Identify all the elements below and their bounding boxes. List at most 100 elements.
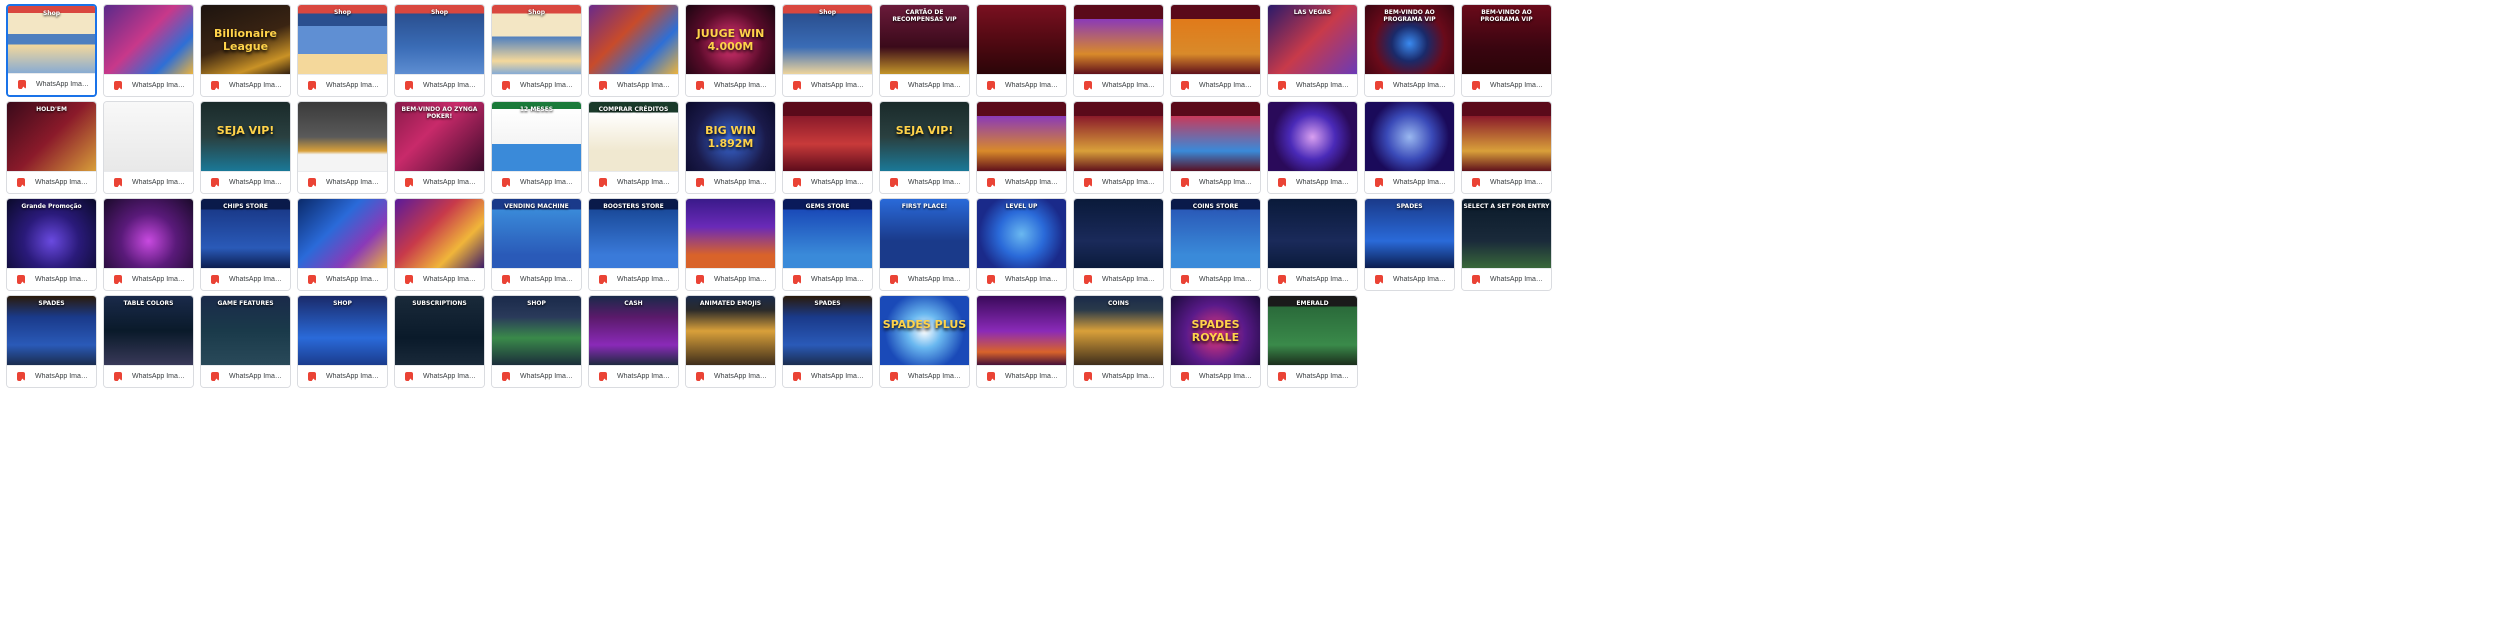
image-file-card[interactable]: WhatsApp Image 2021-... [685, 198, 776, 291]
image-file-icon [793, 178, 801, 187]
image-file-card[interactable]: WhatsApp Image 2021-... [976, 295, 1067, 388]
image-thumbnail: SPADES PLUS [880, 296, 969, 366]
image-thumbnail: SPADES [1365, 199, 1454, 269]
image-file-card[interactable]: CASH WhatsApp Image 2021-... [588, 295, 679, 388]
image-file-icon [1472, 275, 1480, 284]
image-file-card[interactable]: WhatsApp Image 2021-... [976, 4, 1067, 97]
image-file-card[interactable]: EMERALD WhatsApp Image 2021-... [1267, 295, 1358, 388]
image-file-card[interactable]: SPADES WhatsApp Image 2021-... [1364, 198, 1455, 291]
file-caption: WhatsApp Image 2021-... [880, 171, 969, 193]
image-thumbnail [1074, 199, 1163, 269]
image-file-card[interactable]: WhatsApp Image 2021-... [297, 198, 388, 291]
thumbnail-title: LAS VEGAS [1293, 9, 1332, 16]
image-file-card[interactable]: SHOP WhatsApp Image 2021-... [491, 295, 582, 388]
image-thumbnail: BIG WIN 1.892M [686, 102, 775, 172]
image-thumbnail: COMPRAR CRÉDITOS [589, 102, 678, 172]
image-file-icon [1084, 372, 1092, 381]
file-name: WhatsApp Image 2021-... [811, 82, 866, 89]
image-file-card[interactable]: WhatsApp Image 2021-... [394, 198, 485, 291]
image-file-card[interactable]: 12 MESES WhatsApp Image 2021-... [491, 101, 582, 194]
image-file-card[interactable]: VENDING MACHINE WhatsApp Image 2021-... [491, 198, 582, 291]
image-file-card[interactable]: JUUGE WIN 4.000M WhatsApp Image 2021-... [685, 4, 776, 97]
image-file-card[interactable]: WhatsApp Image 2021-... [1267, 198, 1358, 291]
image-file-card[interactable]: Billionaire League WhatsApp Image 2021-..… [200, 4, 291, 97]
file-caption: WhatsApp Image 2021-... [1268, 365, 1357, 387]
image-file-card[interactable]: BEM-VINDO AO PROGRAMA VIP WhatsApp Image … [1461, 4, 1552, 97]
image-file-card[interactable]: WhatsApp Image 2021-... [976, 101, 1067, 194]
image-file-icon [1181, 178, 1189, 187]
file-name: WhatsApp Image 2021-... [1102, 373, 1157, 380]
image-file-card[interactable]: GAME FEATURES WhatsApp Image 2021-... [200, 295, 291, 388]
image-file-card[interactable]: WhatsApp Image 2021-... [782, 101, 873, 194]
image-file-card[interactable]: SELECT A SET FOR ENTRY WhatsApp Image 202… [1461, 198, 1552, 291]
image-file-card[interactable]: BEM-VINDO AO PROGRAMA VIP WhatsApp Image … [1364, 4, 1455, 97]
thumbnail-title: SEJA VIP! [216, 124, 275, 137]
image-file-icon [114, 178, 122, 187]
image-file-card[interactable]: HOLD'EM WhatsApp Image 2021-... [6, 101, 97, 194]
image-file-card[interactable]: SEJA VIP! WhatsApp Image 2021-... [200, 101, 291, 194]
image-file-icon [1084, 275, 1092, 284]
image-file-card[interactable]: COINS STORE WhatsApp Image 2021-... [1170, 198, 1261, 291]
image-file-card[interactable]: Grande Promoção WhatsApp Image 2021-... [6, 198, 97, 291]
image-file-card[interactable]: WhatsApp Image 2021-... [103, 198, 194, 291]
image-file-card[interactable]: COINS WhatsApp Image 2021-... [1073, 295, 1164, 388]
file-name: WhatsApp Image 2021-... [1393, 179, 1448, 186]
image-file-card[interactable]: BIG WIN 1.892M WhatsApp Image 2021-... [685, 101, 776, 194]
image-file-card[interactable]: WhatsApp Image 2021-... [1170, 4, 1261, 97]
image-file-icon [17, 372, 25, 381]
image-file-icon [599, 372, 607, 381]
image-file-card[interactable]: WhatsApp Image 2021-... [103, 101, 194, 194]
image-file-card[interactable]: WhatsApp Image 2021-... [1461, 101, 1552, 194]
file-name: WhatsApp Image 2021-... [1296, 179, 1351, 186]
image-file-card[interactable]: SHOP WhatsApp Image 2021-... [297, 295, 388, 388]
image-file-card[interactable]: SPADES WhatsApp Image 2021-... [782, 295, 873, 388]
image-file-icon [308, 275, 316, 284]
image-thumbnail [686, 199, 775, 269]
file-name: WhatsApp Image 2021-... [714, 179, 769, 186]
image-file-card[interactable]: Shop WhatsApp Image 2021-... [6, 4, 97, 97]
image-file-card[interactable]: Shop WhatsApp Image 2021-... [491, 4, 582, 97]
image-file-card[interactable]: SPADES ROYALE WhatsApp Image 2021-... [1170, 295, 1261, 388]
image-file-card[interactable]: BEM-VINDO AO ZYNGA POKER! WhatsApp Image … [394, 101, 485, 194]
image-file-card[interactable]: WhatsApp Image 2021-... [297, 101, 388, 194]
image-file-card[interactable]: SPADES WhatsApp Image 2021-... [6, 295, 97, 388]
image-file-card[interactable]: COMPRAR CRÉDITOS WhatsApp Image 2021-... [588, 101, 679, 194]
image-file-card[interactable]: SPADES PLUS WhatsApp Image 2021-... [879, 295, 970, 388]
image-file-card[interactable]: WhatsApp Image 2021-... [103, 4, 194, 97]
image-file-card[interactable]: WhatsApp Image 2021-... [1170, 101, 1261, 194]
image-file-card[interactable]: BOOSTERS STORE WhatsApp Image 2021-... [588, 198, 679, 291]
image-file-card[interactable]: GEMS STORE WhatsApp Image 2021-... [782, 198, 873, 291]
file-name: WhatsApp Image 2021-... [811, 373, 866, 380]
image-file-card[interactable]: Shop WhatsApp Image 2021-... [782, 4, 873, 97]
file-caption: WhatsApp Image 2021-... [395, 74, 484, 96]
image-file-icon [502, 275, 510, 284]
image-file-card[interactable]: CARTÃO DE RECOMPENSAS VIP WhatsApp Image … [879, 4, 970, 97]
image-file-card[interactable]: FIRST PLACE! WhatsApp Image 2021-... [879, 198, 970, 291]
image-file-card[interactable]: Shop WhatsApp Image 2021-... [297, 4, 388, 97]
image-file-card[interactable]: LAS VEGAS WhatsApp Image 2021-... [1267, 4, 1358, 97]
image-file-card[interactable]: WhatsApp Image 2021-... [1073, 4, 1164, 97]
image-file-card[interactable]: SEJA VIP! WhatsApp Image 2021-... [879, 101, 970, 194]
image-file-icon [1181, 275, 1189, 284]
image-file-icon [211, 275, 219, 284]
image-file-card[interactable]: LEVEL UP WhatsApp Image 2021-... [976, 198, 1067, 291]
thumbnail-title: Shop [42, 10, 60, 17]
file-caption: WhatsApp Image 2021-... [1171, 268, 1260, 290]
image-file-card[interactable]: WhatsApp Image 2021-... [1073, 101, 1164, 194]
image-thumbnail: Shop [492, 5, 581, 75]
image-file-card[interactable]: WhatsApp Image 2021-... [1073, 198, 1164, 291]
image-file-card[interactable]: WhatsApp Image 2021-... [588, 4, 679, 97]
file-name: WhatsApp Image 2021-... [1490, 82, 1545, 89]
image-file-card[interactable]: WhatsApp Image 2021-... [1364, 101, 1455, 194]
image-file-card[interactable]: TABLE COLORS WhatsApp Image 2021-... [103, 295, 194, 388]
image-thumbnail [977, 5, 1066, 75]
image-thumbnail: SELECT A SET FOR ENTRY [1462, 199, 1551, 269]
file-name: WhatsApp Image 2021-... [326, 82, 381, 89]
image-file-card[interactable]: Shop WhatsApp Image 2021-... [394, 4, 485, 97]
image-file-card[interactable]: ANIMATED EMOJIS WhatsApp Image 2021-... [685, 295, 776, 388]
image-file-card[interactable]: SUBSCRIPTIONS WhatsApp Image 2021-... [394, 295, 485, 388]
image-thumbnail: HOLD'EM [7, 102, 96, 172]
thumbnail-title: GEMS STORE [805, 203, 850, 210]
image-file-card[interactable]: WhatsApp Image 2021-... [1267, 101, 1358, 194]
image-file-card[interactable]: CHIPS STORE WhatsApp Image 2021-... [200, 198, 291, 291]
